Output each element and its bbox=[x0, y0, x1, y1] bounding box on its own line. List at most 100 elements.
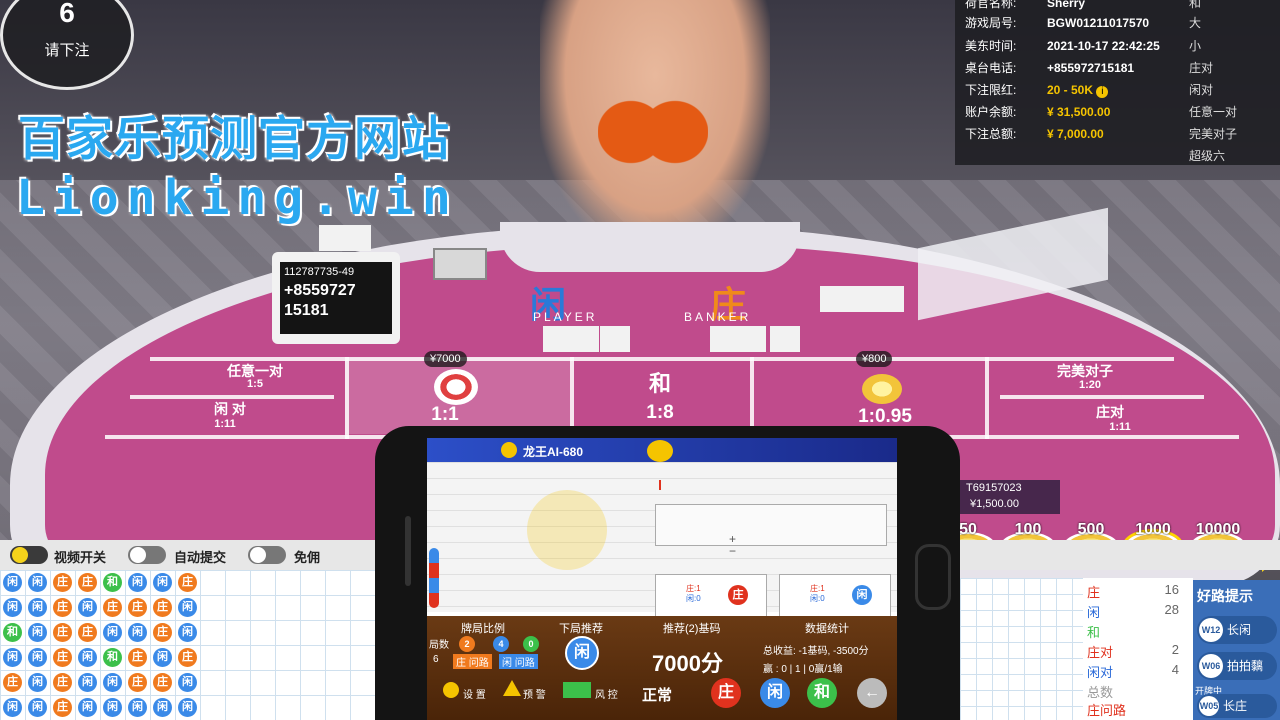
risk-button[interactable]: 风 控 bbox=[595, 686, 618, 701]
banker-bet-tag: ¥800 bbox=[856, 351, 893, 367]
side-bet-label: 小 bbox=[1189, 39, 1202, 53]
bead-road-cell: 闲 bbox=[178, 698, 197, 717]
mascot-icon bbox=[647, 440, 673, 462]
stat-banker-pair: 庄对 2 bbox=[1087, 642, 1179, 660]
video-toggle[interactable] bbox=[10, 546, 48, 564]
chart-marker bbox=[659, 480, 661, 490]
mini-label: 闲:0 bbox=[686, 594, 701, 603]
settings-button[interactable]: 设 置 bbox=[463, 686, 486, 701]
good-road-hints: 好路提示 W12 长闲 W06 拍拍黐 开牌中 W05 长庄 bbox=[1193, 580, 1280, 720]
col-header: 数据统计 bbox=[805, 623, 849, 635]
perfect-pair-ratio: 1:20 bbox=[1078, 379, 1102, 391]
bead-road-cell: 闲 bbox=[178, 673, 197, 692]
watermark-logo bbox=[527, 490, 607, 570]
info-row-phone: 桌台电话: +855972715181 bbox=[965, 61, 1135, 75]
hint-item[interactable]: W06 拍拍黐 bbox=[1197, 652, 1277, 680]
player-bet-tag: ¥7000 bbox=[424, 351, 467, 367]
player-ask-button[interactable]: 闲 问路 bbox=[499, 654, 538, 669]
mini-result-player: 庄:1 闲:0 闲 bbox=[779, 574, 891, 620]
info-row-balance: 账户余额: ¥ 31,500.00 bbox=[965, 105, 1111, 119]
player-pair-ratio: 1:11 bbox=[214, 418, 236, 430]
player-button[interactable]: 闲 bbox=[760, 678, 790, 708]
side-bet-label: 完美对子 bbox=[1189, 127, 1238, 141]
minus-icon[interactable]: − bbox=[729, 544, 736, 558]
bead-road-cell: 庄 bbox=[178, 573, 197, 592]
auto-submit-toggle[interactable] bbox=[128, 546, 166, 564]
banker-ask-button[interactable]: 庄 问路 bbox=[453, 654, 492, 669]
bead-road-cell: 庄 bbox=[53, 648, 72, 667]
warning-button[interactable]: 预 警 bbox=[523, 686, 546, 701]
mode-normal[interactable]: 正常 bbox=[642, 684, 672, 705]
bead-road-cell: 闲 bbox=[128, 623, 147, 642]
bead-road-cell: 闲 bbox=[28, 648, 47, 667]
bead-road-cell: 闲 bbox=[3, 648, 22, 667]
countdown-number: 6 bbox=[59, 0, 75, 28]
side-bet-label: 庄对 bbox=[1189, 61, 1214, 75]
stat-banker-ask[interactable]: 庄问路 bbox=[1087, 700, 1187, 719]
win-lose: 赢 : 0 | 1 | 0赢/1输 bbox=[763, 664, 843, 675]
bead-road-cell: 闲 bbox=[128, 573, 147, 592]
discard-tray bbox=[820, 286, 904, 312]
bead-road-cell: 闲 bbox=[128, 698, 147, 717]
bead-road-cell: 庄 bbox=[103, 598, 122, 617]
warning-icon[interactable] bbox=[503, 680, 521, 696]
no-commission-toggle[interactable] bbox=[248, 546, 286, 564]
side-bet-label: 大 bbox=[1189, 16, 1202, 30]
mini-result-banker: 庄:1 闲:0 庄 bbox=[655, 574, 767, 620]
bead-road-cell: 闲 bbox=[3, 573, 22, 592]
zone-line bbox=[985, 357, 989, 439]
big-road bbox=[960, 578, 1085, 720]
hint-item[interactable]: W12 长闲 bbox=[1197, 616, 1277, 644]
side-bet-label: 超级六 bbox=[1189, 149, 1226, 163]
table-phone-display: 112787735-49 +8559727 15181 bbox=[280, 262, 392, 334]
road-stats: 庄 16 闲 28 和 庄对 2 闲对 4 总数 庄问路 bbox=[1083, 578, 1193, 720]
phone-speaker bbox=[405, 516, 411, 586]
tie-button[interactable]: 和 bbox=[807, 678, 837, 708]
bead-road-cell: 闲 bbox=[3, 598, 22, 617]
bead-road-cell: 庄 bbox=[78, 573, 97, 592]
bead-road-cell: 和 bbox=[3, 623, 22, 642]
banker-button[interactable]: 庄 bbox=[711, 678, 741, 708]
bead-road-cell: 闲 bbox=[28, 673, 47, 692]
info-row-total-bet: 下注总额: ¥ 7,000.00 bbox=[965, 127, 1104, 141]
game-info-panel: 荷官名称: Sherry 游戏局号: BGW01211017570 美东时间: 202… bbox=[955, 0, 1280, 165]
recommend-player: 闲 bbox=[565, 636, 599, 670]
col-header: 下局推荐 bbox=[559, 623, 603, 635]
bead-road-cell: 闲 bbox=[153, 698, 172, 717]
col-header: 推荐(2)基码 bbox=[663, 623, 721, 635]
bead-road-cell: 庄 bbox=[53, 673, 72, 692]
stand-line1: 112787735-49 bbox=[284, 266, 355, 278]
bead-road-cell: 闲 bbox=[28, 698, 47, 717]
ratio-banker: 2 bbox=[459, 636, 475, 652]
settings-gear-icon[interactable] bbox=[443, 682, 459, 698]
bead-road-cell: 闲 bbox=[78, 673, 97, 692]
banker-ratio: 1:0.95 bbox=[858, 406, 912, 427]
phone-app-header: 龙王AI-680 bbox=[427, 438, 897, 462]
risk-icon[interactable] bbox=[563, 682, 591, 698]
bead-road-cell: 庄 bbox=[128, 648, 147, 667]
bead-road-cell: 闲 bbox=[103, 673, 122, 692]
phone-app-title: 龙王AI-680 bbox=[523, 445, 584, 459]
bead-road-cell: 庄 bbox=[178, 648, 197, 667]
bead-road-cell: 闲 bbox=[178, 598, 197, 617]
bead-road-cell: 庄 bbox=[128, 598, 147, 617]
info-icon[interactable]: i bbox=[1096, 86, 1109, 98]
info-row-limit: 下注限红: 20 - 50K i bbox=[965, 81, 1109, 98]
stat-player-pair: 闲对 4 bbox=[1087, 662, 1179, 680]
mini-player-bead: 闲 bbox=[852, 585, 872, 605]
table-phone-stand: 112787735-49 +8559727 15181 bbox=[272, 252, 400, 344]
bead-road-cell: 闲 bbox=[28, 598, 47, 617]
bead-road-cell: 庄 bbox=[153, 673, 172, 692]
bead-road-cell: 闲 bbox=[78, 698, 97, 717]
auto-submit-label: 自动提交 bbox=[174, 550, 227, 565]
bead-road-cell: 和 bbox=[103, 573, 122, 592]
stat-banker: 庄 16 bbox=[1087, 582, 1179, 600]
bead-road-cell: 庄 bbox=[3, 673, 22, 692]
hint-item[interactable]: W05 长庄 bbox=[1197, 694, 1277, 718]
dealer-notch bbox=[500, 222, 800, 272]
round-label: 局数 bbox=[429, 640, 449, 651]
no-commission-label: 免佣 bbox=[294, 550, 321, 565]
bead-road-cell: 闲 bbox=[103, 698, 122, 717]
back-arrow-icon[interactable]: ← bbox=[857, 678, 887, 708]
other-player-bet: T69157023 ¥1,500.00 bbox=[960, 480, 1060, 514]
